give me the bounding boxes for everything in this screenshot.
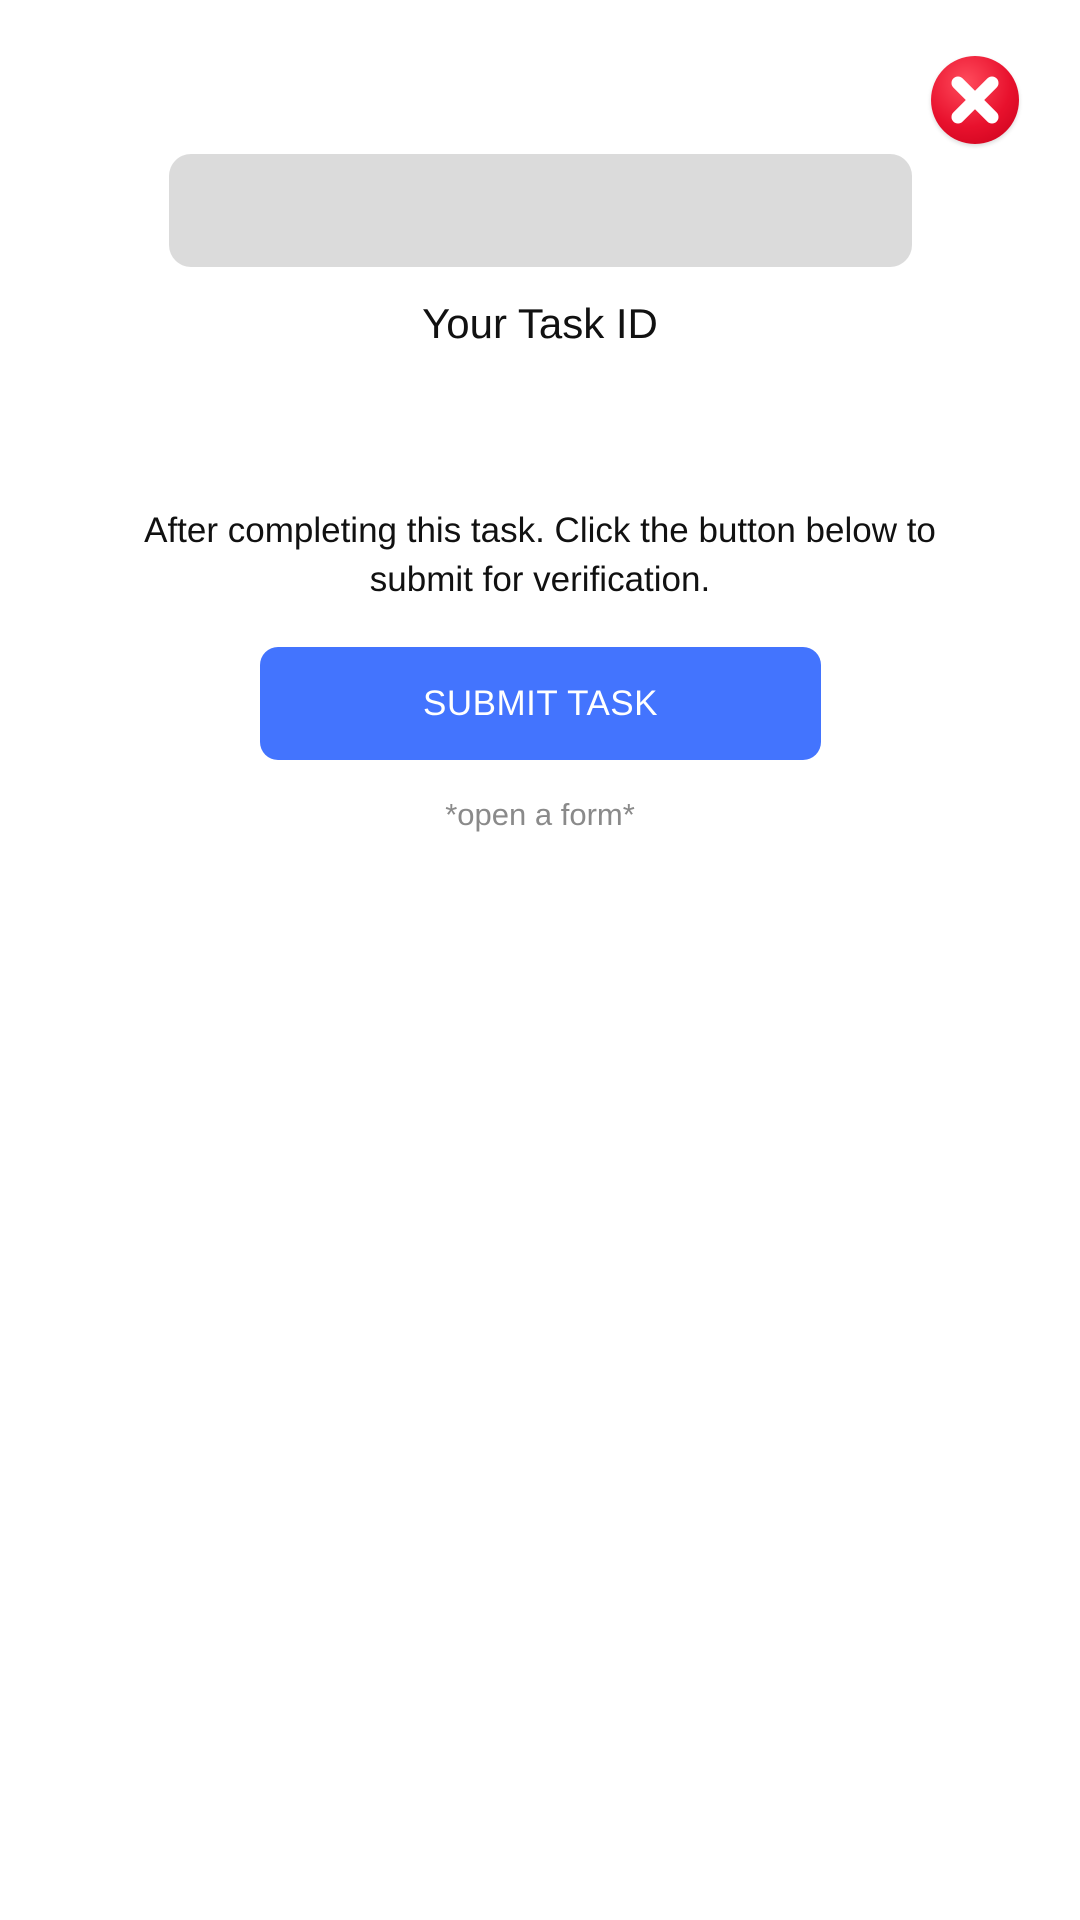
task-id-label: Your Task ID bbox=[422, 300, 658, 347]
close-x-icon bbox=[951, 76, 999, 124]
close-button[interactable] bbox=[931, 56, 1019, 144]
task-id-field bbox=[169, 154, 912, 267]
instructions-text: After completing this task. Click the bu… bbox=[144, 511, 936, 599]
submit-task-button[interactable]: SUBMIT TASK bbox=[260, 647, 821, 760]
open-form-hint: *open a form* bbox=[445, 797, 635, 832]
